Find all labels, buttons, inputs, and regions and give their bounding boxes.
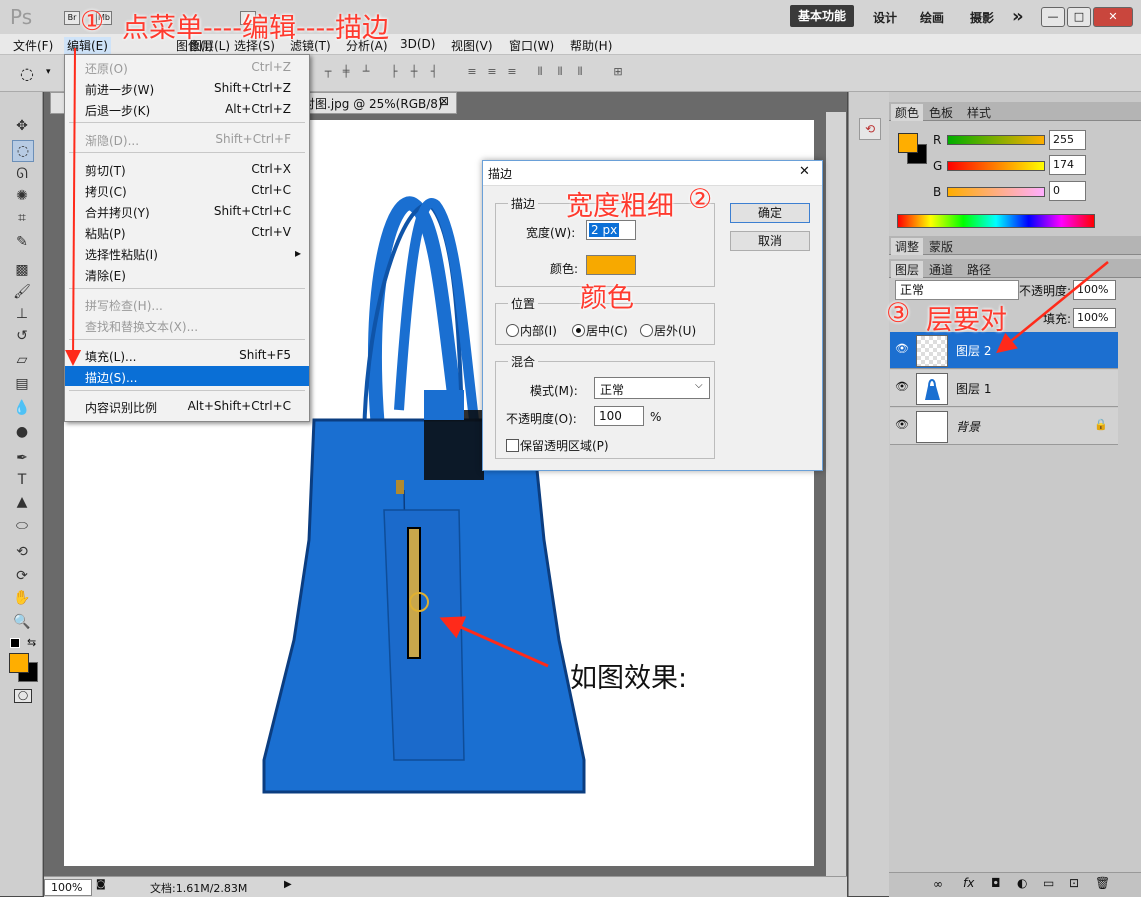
annotation-color: 颜色 [580,283,634,314]
annotation-result: 如图效果: [570,663,688,694]
annotation-step1-number: ① [80,6,105,37]
annotation-step3: 层要对 [926,305,1007,336]
annotation-step3-number: ③ [886,298,911,329]
annotation-arrows [65,47,1109,668]
annotation-step2: 宽度粗细 [566,191,674,222]
annotation-step2-number: ② [688,184,713,215]
annotation-step1: 点菜单----编辑----描边 [122,13,389,44]
